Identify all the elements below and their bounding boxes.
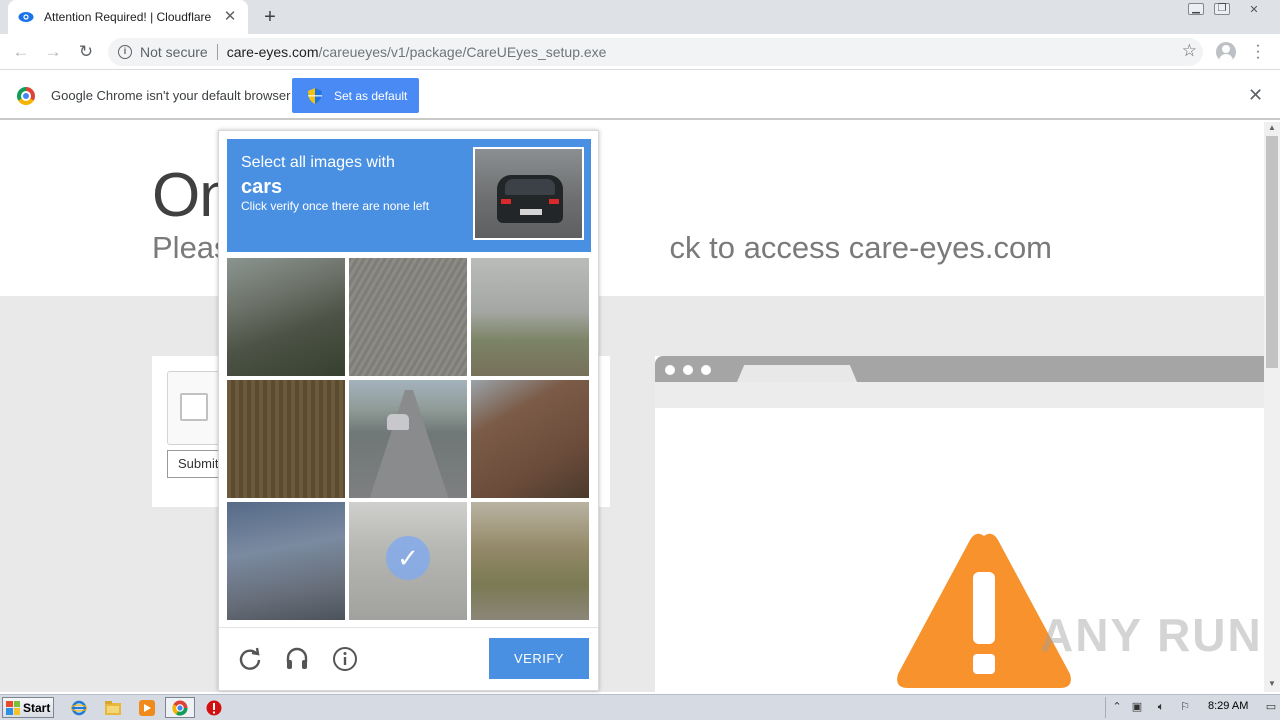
challenge-tile-house-roof[interactable] [471, 380, 589, 498]
shield-icon [308, 87, 322, 104]
tab-title: Attention Required! | Cloudflare [44, 10, 212, 24]
challenge-tile-road-selected[interactable]: ✓ [349, 502, 467, 620]
verify-button[interactable]: VERIFY [489, 638, 589, 679]
anyrun-watermark: ANY RUN [1040, 609, 1263, 661]
media-player-icon[interactable] [138, 699, 156, 717]
info-icon[interactable]: i [118, 45, 132, 59]
challenge-tile-highway-with-car[interactable] [349, 380, 467, 498]
illustration-dot [683, 365, 693, 375]
subheading-right: ck to access care-eyes.com [669, 230, 1053, 265]
info-circle-icon[interactable] [332, 646, 358, 672]
tray-expand-icon[interactable]: ⌃ [1110, 700, 1124, 714]
tab-close-icon[interactable]: ✕ [222, 9, 238, 25]
selected-checkmark-icon: ✓ [386, 536, 430, 580]
illustration-address-strip [655, 382, 1264, 408]
url-path: /careueyes/v1/package/CareUEyes_setup.ex… [318, 44, 607, 60]
example-car-image [473, 147, 584, 240]
challenge-tile-asphalt-texture[interactable] [349, 258, 467, 376]
address-bar[interactable]: i Not secure care-eyes.com/careueyes/v1/… [108, 38, 1203, 66]
prompt-line: Select all images with [241, 154, 395, 171]
internet-explorer-icon[interactable] [70, 699, 88, 717]
challenge-tile-parking-garage[interactable] [471, 258, 589, 376]
image-challenge: Select all images with cars Click verify… [218, 130, 599, 691]
challenge-tile-brown-wall[interactable] [227, 380, 345, 498]
restore-button[interactable]: ❐ [1210, 0, 1234, 18]
scroll-down-arrow-icon[interactable]: ▼ [1264, 678, 1280, 690]
title-bar: Attention Required! | Cloudflare ✕ + ▁ ❐… [0, 0, 1280, 34]
back-arrow-icon[interactable]: ← [10, 41, 32, 63]
eye-icon [18, 9, 34, 25]
security-label: Not secure [140, 44, 208, 60]
taskbar-clock: 8:29 AM [1208, 700, 1249, 712]
illustration-dot [665, 365, 675, 375]
profile-avatar-icon[interactable] [1216, 42, 1236, 62]
car-shape [387, 414, 409, 430]
challenge-tile-overpass[interactable] [227, 502, 345, 620]
set-as-default-label: Set as default [334, 88, 408, 103]
start-button[interactable]: Start [2, 697, 54, 718]
scroll-thumb[interactable] [1266, 136, 1278, 368]
windows-taskbar: Start ⌃ ▣ 🔈︎ ⚐ ▭ 8:29 AM [0, 694, 1280, 720]
minimize-button[interactable]: ▁ [1184, 0, 1208, 18]
challenge-prompt: Select all images with cars Click verify… [227, 139, 591, 252]
windows-logo-icon [6, 700, 20, 715]
headphones-icon[interactable] [284, 646, 310, 672]
infobar-close-icon[interactable]: ✕ [1248, 85, 1263, 106]
illustration-tab [737, 365, 857, 382]
scroll-up-arrow-icon[interactable]: ▲ [1264, 122, 1280, 134]
file-explorer-icon[interactable] [104, 699, 122, 717]
forward-arrow-icon[interactable]: → [42, 41, 64, 63]
new-tab-button[interactable]: + [258, 6, 282, 28]
menu-dots-icon[interactable]: · · · [1252, 38, 1264, 66]
page-scrollbar[interactable]: ▲ ▼ [1264, 122, 1280, 692]
security-alert-icon[interactable] [205, 699, 223, 717]
chrome-icon[interactable] [171, 699, 189, 717]
window-close-button[interactable]: ✕ [1242, 0, 1266, 18]
captcha-checkbox[interactable] [180, 393, 208, 421]
illustration-tab-bar [655, 356, 1264, 382]
browser-toolbar: ← → ↻ i Not secure care-eyes.com/careuey… [0, 34, 1280, 70]
volume-icon[interactable]: 🔈︎ [1154, 700, 1168, 714]
action-center-flag-icon[interactable]: ⚐ [1178, 700, 1192, 714]
show-desktop-icon[interactable]: ▭ [1264, 700, 1278, 714]
reload-icon[interactable]: ↻ [75, 41, 97, 63]
omnibox-separator [216, 44, 218, 60]
system-tray: ⌃ ▣ 🔈︎ ⚐ ▭ [1105, 697, 1280, 718]
chrome-logo-icon [17, 87, 35, 105]
challenge-tile-bridge-structure[interactable] [227, 258, 345, 376]
infobar-message: Google Chrome isn't your default browser [51, 88, 291, 103]
network-icon[interactable]: ▣ [1130, 700, 1144, 714]
refresh-icon[interactable] [237, 646, 263, 672]
set-as-default-button[interactable]: Set as default [292, 78, 419, 113]
bookmark-star-icon[interactable]: ☆ [1182, 41, 1197, 61]
start-label: Start [23, 700, 51, 715]
prompt-target: cars [241, 176, 283, 198]
url-host: care-eyes.com [226, 44, 319, 60]
road-lane [369, 390, 449, 498]
challenge-footer: VERIFY [219, 627, 598, 690]
illustration-dot [701, 365, 711, 375]
challenge-tile-grass-roadside[interactable] [471, 502, 589, 620]
browser-tab[interactable]: Attention Required! | Cloudflare ✕ [8, 0, 248, 34]
prompt-instruction: Click verify once there are none left [241, 199, 430, 213]
